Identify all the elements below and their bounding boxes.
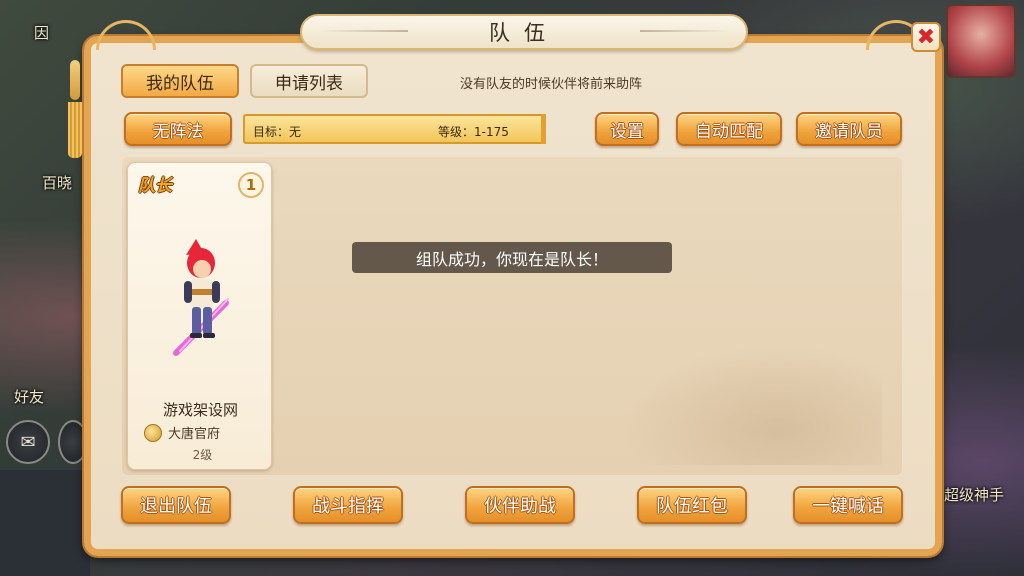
team-member-card[interactable]: 队长 1 游戏架设网 大唐官府 2级 — [127, 162, 272, 470]
bg-label-1: 因 — [34, 24, 50, 42]
target-level-range: 等级：1-175 — [438, 125, 509, 139]
member-sect: 大唐官府 — [144, 423, 220, 442]
friends-label[interactable]: 好友 — [14, 386, 44, 407]
tab-my-team[interactable]: 我的队伍 — [121, 64, 239, 98]
bg-label-2: 百晓 — [42, 174, 73, 192]
title-bar: 队伍 — [300, 14, 748, 50]
settings-button[interactable]: 设置 — [595, 112, 659, 146]
sect-emblem-icon — [144, 423, 162, 442]
cloud-decoration-right — [640, 30, 730, 32]
team-target-bar[interactable]: 目标：无 等级：1-175 — [243, 114, 546, 144]
formation-button[interactable]: 无阵法 — [124, 112, 232, 146]
one-click-shout-button[interactable]: 一键喊话 — [793, 486, 903, 524]
tab-apply-list[interactable]: 申请列表 — [250, 64, 368, 98]
leader-tag: 队长 — [138, 176, 172, 196]
slot-number-badge: 1 — [238, 172, 264, 198]
chat-bubble-icon[interactable]: ✉ — [6, 420, 50, 464]
team-red-packet-button[interactable]: 队伍红包 — [637, 486, 747, 524]
invite-member-button[interactable]: 邀请队员 — [796, 112, 902, 146]
leave-team-button[interactable]: 退出队伍 — [121, 486, 231, 524]
tassel-decoration — [68, 60, 82, 160]
target-bar-cap — [541, 114, 546, 144]
cloud-decoration-left — [318, 30, 408, 32]
dialog-title: 队伍 — [489, 21, 559, 45]
close-button[interactable]: ✖ — [911, 22, 941, 52]
partner-hint-text: 没有队友的时候伙伴将前来助阵 — [460, 77, 643, 92]
toast-message: 组队成功，你现在是队长！ — [352, 242, 672, 273]
bg-label-npc: 超级神手 — [944, 486, 1005, 504]
close-icon: ✖ — [916, 24, 936, 50]
member-level: 2级 — [192, 448, 213, 462]
sect-name: 大唐官府 — [168, 427, 221, 442]
character-sprite — [173, 239, 229, 356]
tassel-knot — [70, 60, 80, 100]
battle-command-button[interactable]: 战斗指挥 — [293, 486, 403, 524]
player-avatar[interactable] — [946, 4, 1016, 78]
mountain-mist-decoration — [622, 345, 882, 465]
partner-assist-button[interactable]: 伙伴助战 — [465, 486, 575, 524]
member-name: 游戏架设网 — [162, 401, 238, 419]
target-goal: 目标：无 — [253, 125, 302, 139]
tassel-fringe — [68, 102, 82, 158]
chat-panel — [0, 470, 90, 576]
auto-match-button[interactable]: 自动匹配 — [676, 112, 782, 146]
